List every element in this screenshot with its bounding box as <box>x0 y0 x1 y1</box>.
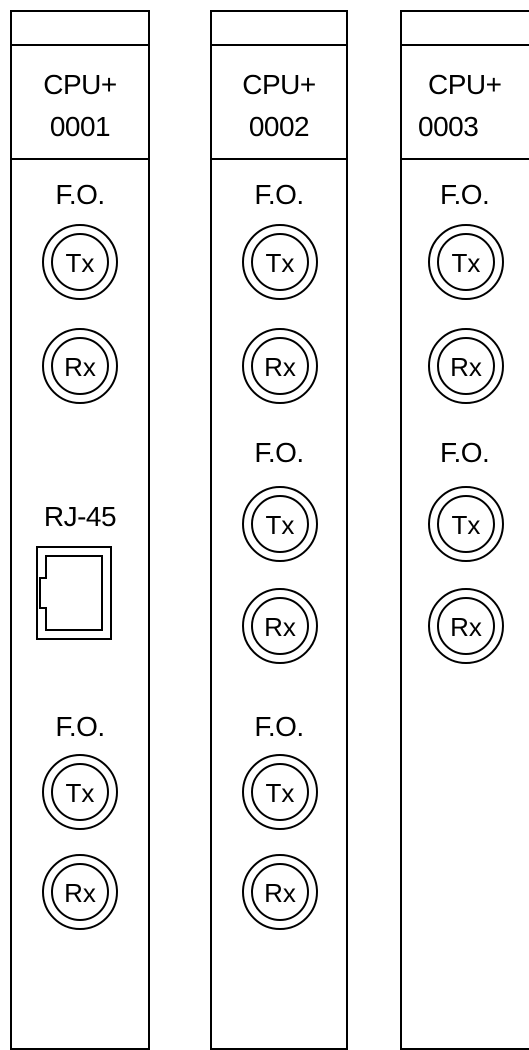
rx-port: Rx <box>40 852 120 932</box>
module-top-strip <box>402 12 529 46</box>
tx-port: Tx <box>240 484 320 564</box>
tx-port: Tx <box>426 222 506 302</box>
tx-port-label: Tx <box>266 778 295 808</box>
tx-port-label: Tx <box>266 510 295 540</box>
fo-label: F.O. <box>55 711 105 742</box>
module-id-label: 0002 <box>248 111 310 142</box>
module-name-line1: CPU+ <box>242 69 316 100</box>
rj45-label: RJ-45 <box>43 501 117 532</box>
module-name-box: CPU+ 0003 <box>402 46 529 160</box>
rj45-port <box>36 546 112 640</box>
rx-port: Rx <box>40 326 120 406</box>
fo-label: F.O. <box>55 179 105 210</box>
rx-port: Rx <box>426 326 506 406</box>
module-name-box: CPU+ 0002 <box>212 46 346 160</box>
tx-port-label: Tx <box>66 248 95 278</box>
rx-port-label: Rx <box>264 878 296 908</box>
rx-port-label: Rx <box>450 612 482 642</box>
tx-port-label: Tx <box>266 248 295 278</box>
tx-port: Tx <box>40 752 120 832</box>
tx-port: Tx <box>40 222 120 302</box>
rx-port: Rx <box>240 586 320 666</box>
fo-label: F.O. <box>254 179 304 210</box>
rx-port-label: Rx <box>64 352 96 382</box>
rx-port-label: Rx <box>264 612 296 642</box>
module-top-strip <box>212 12 346 46</box>
module-name-line1: CPU+ <box>43 69 117 100</box>
tx-port: Tx <box>240 222 320 302</box>
rx-port-label: Rx <box>264 352 296 382</box>
module-name-line1: CPU+ <box>428 69 502 100</box>
cpu-module-0002: CPU+ 0002 F.O. Tx Rx F.O. Tx Rx F.O. Tx … <box>210 10 348 1050</box>
cpu-module-0003: CPU+ 0003 F.O. Tx Rx F.O. Tx Rx <box>400 10 529 1050</box>
rx-port: Rx <box>426 586 506 666</box>
tx-port: Tx <box>240 752 320 832</box>
module-id-label: 0001 <box>49 111 111 142</box>
fo-label: F.O. <box>440 179 490 210</box>
rx-port-label: Rx <box>64 878 96 908</box>
fo-label: F.O. <box>254 437 304 468</box>
fo-label: F.O. <box>254 711 304 742</box>
tx-port-label: Tx <box>66 778 95 808</box>
tx-port: Tx <box>426 484 506 564</box>
tx-port-label: Tx <box>452 248 481 278</box>
fo-label: F.O. <box>440 437 490 468</box>
rx-port: Rx <box>240 326 320 406</box>
module-name-box: CPU+ 0001 <box>12 46 148 160</box>
rx-port-label: Rx <box>450 352 482 382</box>
module-top-strip <box>12 12 148 46</box>
rx-port: Rx <box>240 852 320 932</box>
tx-port-label: Tx <box>452 510 481 540</box>
module-id-label: 0003 <box>418 111 479 142</box>
cpu-module-0001: CPU+ 0001 F.O. Tx Rx RJ-45 F.O. Tx Rx <box>10 10 150 1050</box>
